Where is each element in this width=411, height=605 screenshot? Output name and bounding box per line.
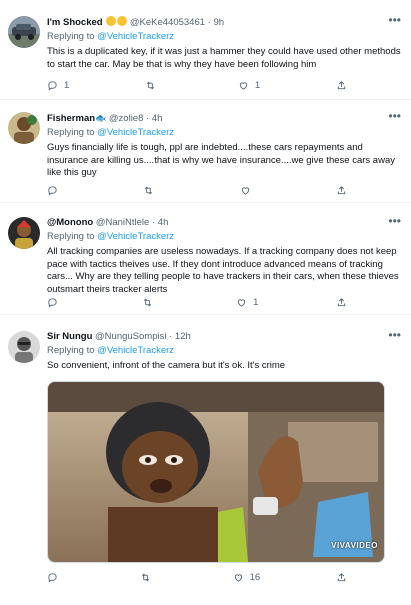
tweet-text: This is a duplicated key, if it was just… xyxy=(47,46,401,70)
reply-button[interactable] xyxy=(47,297,64,308)
share-button[interactable] xyxy=(336,80,347,91)
tweet-text: All tracking companies are useless nowad… xyxy=(47,246,399,295)
tweet[interactable]: Fisherman🐟 @zolie8 · 4h Replying to @Veh… xyxy=(0,100,411,203)
like-button[interactable] xyxy=(240,185,257,196)
display-name[interactable]: Sir Nungu xyxy=(47,331,92,342)
tweet-header: Fisherman🐟 @zolie8 · 4h xyxy=(47,112,401,125)
display-name[interactable]: Fisherman xyxy=(47,113,95,124)
retweet-icon xyxy=(141,573,149,581)
retweet-button[interactable] xyxy=(142,297,159,308)
username[interactable]: @NaniNtlele xyxy=(96,217,149,228)
share-icon xyxy=(337,80,346,89)
heart-icon xyxy=(239,81,248,90)
retweet-icon xyxy=(143,298,151,306)
tweet-text: So convenient, infront of the camera but… xyxy=(47,360,286,371)
username[interactable]: @KeKe44053461 xyxy=(130,17,205,28)
avatar[interactable] xyxy=(8,16,40,48)
replying-to-label: Replying to xyxy=(47,127,95,138)
reply-button[interactable] xyxy=(47,572,64,583)
share-button[interactable] xyxy=(336,185,347,196)
display-name[interactable]: @Monono xyxy=(47,217,93,228)
replying-to-link[interactable]: @VehicleTrackerz xyxy=(97,231,174,242)
ellipsis-icon[interactable]: ••• xyxy=(388,13,401,27)
reply-button[interactable] xyxy=(47,185,64,196)
ellipsis-icon[interactable]: ••• xyxy=(388,328,401,342)
tweet[interactable]: @Monono @NaniNtlele · 4h Replying to @Ve… xyxy=(0,203,411,315)
heart-icon xyxy=(237,298,246,307)
username[interactable]: @zolie8 xyxy=(109,113,143,124)
share-icon xyxy=(337,185,346,194)
retweet-icon xyxy=(145,186,153,194)
tweet-header: I'm Shocked @KeKe44053461 · 9h xyxy=(47,16,401,29)
tweet-header: Sir Nungu @NunguSompisi · 12h xyxy=(47,331,401,343)
timestamp[interactable]: 9h xyxy=(213,17,224,28)
reply-button[interactable]: 1 xyxy=(47,80,69,91)
replying-to-link[interactable]: @VehicleTrackerz xyxy=(97,345,174,356)
astonished-face-emoji xyxy=(117,16,128,26)
timestamp[interactable]: 12h xyxy=(175,331,191,342)
share-icon xyxy=(337,572,346,581)
timestamp[interactable]: 4h xyxy=(158,217,169,228)
username[interactable]: @NunguSompisi xyxy=(95,331,166,342)
display-name[interactable]: I'm Shocked xyxy=(47,17,103,28)
reply-icon xyxy=(48,80,57,91)
retweet-icon xyxy=(147,81,155,89)
reply-icon xyxy=(48,572,57,583)
replying-to-label: Replying to xyxy=(47,345,95,356)
worried-face-emoji xyxy=(106,16,117,26)
replying-to-link[interactable]: @VehicleTrackerz xyxy=(97,31,174,42)
tweet-header: @Monono @NaniNtlele · 4h xyxy=(47,217,401,229)
tweet-video[interactable]: VIVAVIDEO xyxy=(47,381,385,563)
separator-dot: · xyxy=(169,331,173,342)
separator-dot: · xyxy=(151,217,156,228)
ellipsis-icon[interactable]: ••• xyxy=(388,214,401,228)
like-button[interactable]: 1 xyxy=(236,297,258,308)
share-button[interactable] xyxy=(336,297,347,308)
share-icon xyxy=(337,297,346,306)
replying-to: Replying to @VehicleTrackerz xyxy=(47,231,401,243)
separator-dot: · xyxy=(146,113,150,124)
separator-dot: · xyxy=(207,17,211,28)
reply-icon xyxy=(48,297,57,308)
heart-icon xyxy=(241,186,249,195)
heart-icon xyxy=(234,573,242,582)
avatar[interactable] xyxy=(8,217,40,249)
retweet-button[interactable] xyxy=(140,572,157,583)
avatar[interactable] xyxy=(8,112,40,144)
reply-count: 1 xyxy=(64,79,70,91)
share-button[interactable] xyxy=(336,572,347,583)
replying-to-label: Replying to xyxy=(47,31,95,42)
replying-to-link[interactable]: @VehicleTrackerz xyxy=(97,127,174,138)
retweet-button[interactable] xyxy=(143,185,160,196)
like-count: 16 xyxy=(249,571,261,583)
replying-to-label: Replying to xyxy=(47,231,95,242)
video-watermark: VIVAVIDEO xyxy=(331,541,378,550)
replying-to: Replying to @VehicleTrackerz xyxy=(47,345,401,357)
reply-icon xyxy=(48,185,57,196)
fish-emoji: 🐟 xyxy=(95,113,107,123)
like-button[interactable]: 1 xyxy=(238,80,260,91)
tweet-text: Guys financially life is tough, ppl are … xyxy=(47,142,395,178)
like-count: 1 xyxy=(254,79,261,91)
like-button[interactable]: 16 xyxy=(233,571,261,583)
tweet[interactable]: I'm Shocked @KeKe44053461 · 9h Replying … xyxy=(0,0,411,100)
like-count: 1 xyxy=(253,296,259,308)
replying-to: Replying to @VehicleTrackerz xyxy=(47,31,401,43)
replying-to: Replying to @VehicleTrackerz xyxy=(47,127,401,139)
tweet[interactable]: Sir Nungu @NunguSompisi · 12h Replying t… xyxy=(0,315,411,605)
ellipsis-icon[interactable]: ••• xyxy=(388,109,401,123)
retweet-button[interactable] xyxy=(145,80,162,91)
avatar[interactable] xyxy=(8,331,40,363)
timestamp[interactable]: 4h xyxy=(152,113,163,124)
